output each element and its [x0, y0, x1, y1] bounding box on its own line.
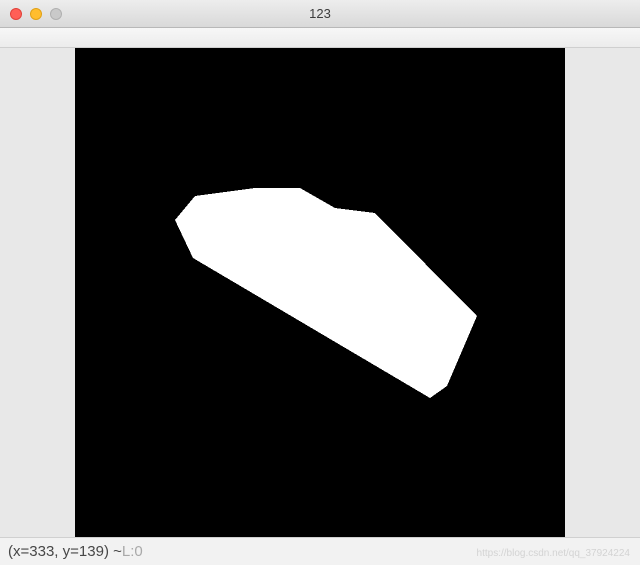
cursor-x: 333 [29, 543, 54, 560]
pixel-value: 0 [134, 543, 142, 560]
binary-image [75, 48, 565, 538]
toolbar [0, 28, 640, 48]
titlebar: 123 [0, 0, 640, 28]
image-canvas[interactable] [75, 48, 565, 538]
pixel-label: L: [122, 543, 135, 560]
cursor-coord-mid: , y= [54, 543, 79, 560]
image-viewport [0, 48, 640, 537]
maximize-icon [50, 8, 62, 20]
window-controls [0, 8, 62, 20]
window-title: 123 [0, 6, 640, 21]
minimize-icon[interactable] [30, 8, 42, 20]
cursor-coord-suffix: ) ~ [104, 543, 122, 560]
close-icon[interactable] [10, 8, 22, 20]
cursor-coord-prefix: (x= [8, 543, 29, 560]
cursor-y: 139 [79, 543, 104, 560]
watermark: https://blog.csdn.net/qq_37924224 [477, 548, 630, 559]
